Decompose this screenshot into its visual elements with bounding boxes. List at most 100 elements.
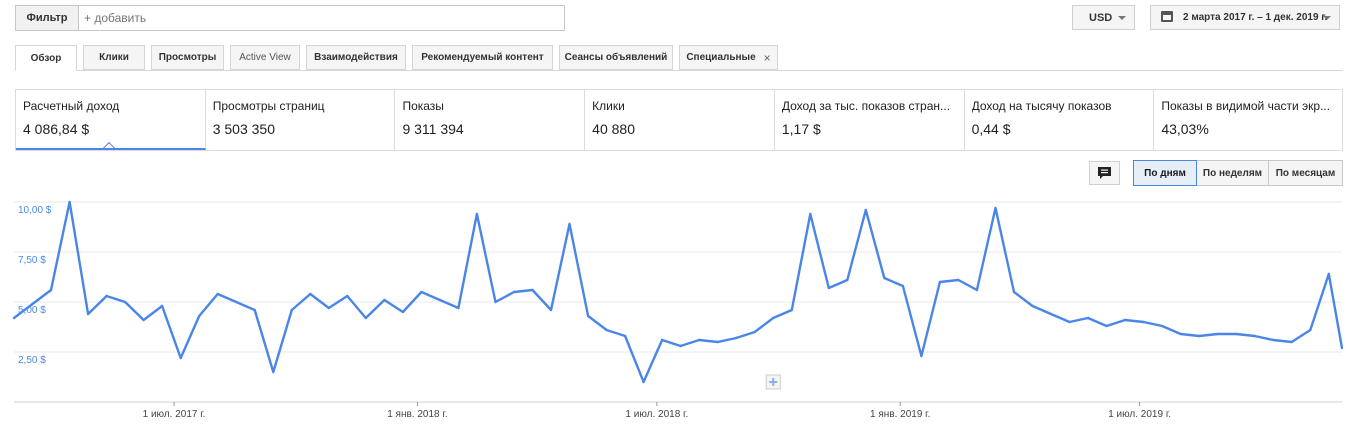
data-point	[327, 306, 330, 310]
x-tick-label: 1 июл. 2019 г.	[1108, 409, 1171, 420]
x-tick-label: 1 июл. 2017 г.	[143, 409, 206, 420]
data-point	[346, 294, 349, 298]
tab-custom[interactable]: Специальные ×	[679, 45, 778, 70]
data-point	[994, 206, 997, 210]
tab-active-view[interactable]: Active View	[230, 45, 300, 70]
filter-button[interactable]: Фильтр	[16, 6, 79, 30]
tab-clicks[interactable]: Клики	[83, 45, 145, 70]
tab-interactions[interactable]: Взаимодействия	[306, 45, 406, 70]
data-point	[1290, 340, 1293, 344]
data-point	[1272, 338, 1275, 342]
granularity-weekly-button[interactable]: По неделям	[1196, 160, 1269, 186]
currency-label: USD	[1089, 11, 1113, 24]
chevron-down-icon	[1323, 16, 1331, 20]
filter-input[interactable]	[79, 6, 564, 30]
data-point	[623, 334, 627, 338]
data-point	[272, 370, 275, 374]
data-point	[12, 316, 16, 320]
data-point	[86, 312, 90, 316]
data-point	[1235, 332, 1238, 336]
metric-card-clicks[interactable]: Клики 40 880	[585, 90, 775, 150]
currency-dropdown[interactable]: USD	[1072, 5, 1135, 30]
data-point	[105, 294, 108, 298]
x-tick-label: 1 янв. 2019 г.	[870, 409, 930, 420]
metric-card-page-views[interactable]: Просмотры страниц 3 503 350	[206, 90, 396, 150]
data-point	[383, 298, 386, 302]
data-point	[198, 314, 201, 318]
data-point	[901, 284, 905, 288]
data-point	[1105, 324, 1108, 328]
comment-button[interactable]	[1089, 161, 1120, 185]
close-icon[interactable]: ×	[764, 51, 771, 65]
data-point	[864, 208, 867, 212]
metric-value: 43,03%	[1161, 121, 1209, 137]
data-point	[512, 290, 516, 294]
y-tick-label: 2,50 $	[18, 355, 46, 366]
metric-value: 4 086,84 $	[23, 121, 90, 137]
granularity-monthly-button[interactable]: По месяцам	[1268, 160, 1343, 186]
data-point	[142, 318, 145, 322]
metric-card-impression-rpm[interactable]: Доход на тысячу показов 0,44 $	[965, 90, 1155, 150]
granularity-daily-button[interactable]: По дням	[1133, 160, 1197, 186]
data-point	[1253, 334, 1256, 338]
data-point	[235, 300, 238, 304]
data-point	[160, 304, 164, 308]
metric-card-viewability[interactable]: Показы в видимой части экр... 43,03%	[1154, 90, 1342, 150]
metric-label: Расчетный доход	[23, 99, 120, 113]
metric-value: 40 880	[592, 121, 635, 137]
date-range-picker[interactable]: 2 марта 2017 г. – 1 дек. 2019 г.	[1150, 5, 1340, 30]
data-point	[1142, 320, 1145, 324]
data-point	[698, 338, 701, 342]
data-point	[49, 288, 53, 292]
data-point	[920, 354, 923, 358]
add-annotation-icon[interactable]	[765, 374, 781, 390]
data-point	[179, 356, 182, 360]
metric-label: Доход за тыс. показов стран...	[781, 99, 951, 113]
date-range-label: 2 марта 2017 г. – 1 дек. 2019 г.	[1183, 12, 1328, 23]
data-point	[549, 308, 553, 312]
data-point	[772, 316, 775, 320]
data-point	[642, 380, 645, 384]
metric-label: Просмотры страниц	[212, 99, 325, 113]
tab-views[interactable]: Просмотры	[151, 45, 224, 70]
tab-custom-label: Специальные	[686, 52, 756, 63]
data-point	[1068, 320, 1071, 324]
data-point	[957, 278, 960, 282]
calendar-icon	[1161, 11, 1173, 22]
x-tick-label: 1 янв. 2018 г.	[387, 409, 447, 420]
metric-card-estimated-earnings[interactable]: Расчетный доход 4 086,84 $	[16, 90, 206, 150]
data-point	[123, 300, 127, 304]
data-point	[883, 276, 886, 280]
data-point	[586, 314, 590, 318]
data-point	[438, 298, 442, 302]
tab-overview[interactable]: Обзор	[15, 45, 77, 71]
data-point	[1216, 332, 1219, 336]
data-point	[216, 292, 219, 296]
data-point	[1179, 332, 1182, 336]
data-point	[975, 288, 979, 292]
series-line	[13, 200, 1344, 384]
data-point	[827, 286, 830, 290]
data-point	[660, 338, 664, 342]
metric-card-impressions[interactable]: Показы 9 311 394	[395, 90, 586, 150]
y-tick-label: 10,00 $	[18, 205, 52, 216]
metric-label: Показы в видимой части экр...	[1161, 99, 1331, 113]
metric-label: Доход на тысячу показов	[971, 99, 1112, 113]
data-point	[494, 300, 497, 304]
y-tick-label: 7,50 $	[18, 255, 46, 266]
metric-cards: Расчетный доход 4 086,84 $ Просмотры стр…	[15, 89, 1343, 151]
data-point	[809, 212, 812, 216]
data-point	[1049, 312, 1053, 316]
tab-recommended-content[interactable]: Рекомендуемый контент	[412, 45, 553, 70]
data-point	[420, 290, 423, 294]
data-point	[790, 308, 793, 312]
data-point	[1327, 272, 1331, 276]
data-point	[290, 308, 293, 312]
data-point	[309, 292, 312, 296]
data-point	[679, 344, 682, 348]
data-point	[457, 306, 460, 310]
metric-card-page-rpm[interactable]: Доход за тыс. показов стран... 1,17 $	[775, 90, 965, 150]
data-point	[1012, 290, 1016, 294]
tab-ad-sessions[interactable]: Сеансы объявлений	[559, 45, 673, 70]
data-point	[605, 328, 608, 332]
